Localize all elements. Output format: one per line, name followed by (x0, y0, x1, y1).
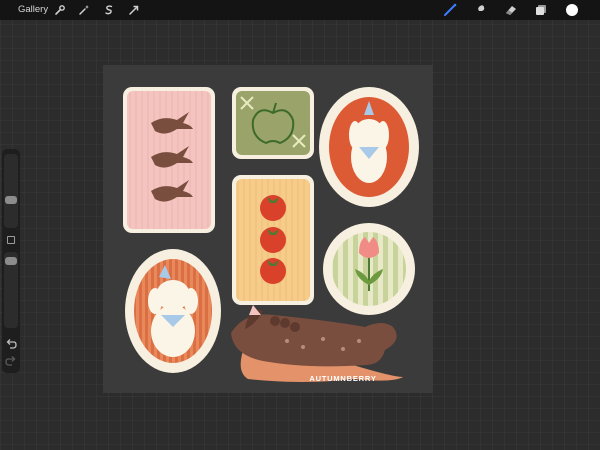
brush-size-slider[interactable] (4, 154, 18, 228)
layers-icon[interactable] (534, 3, 548, 17)
opacity-slider[interactable] (4, 252, 18, 328)
redo-icon[interactable] (4, 354, 18, 368)
orange-bunny-oval (319, 87, 419, 207)
green-tulip-oval (323, 223, 415, 315)
color-swatch[interactable] (565, 3, 579, 17)
eraser-icon[interactable] (504, 3, 518, 17)
brush-size-thumb[interactable] (5, 196, 17, 204)
undo-icon[interactable] (4, 337, 18, 351)
yellow-tomato-card (232, 175, 314, 305)
artwork-text: AUTUMNBERRY (309, 374, 376, 383)
green-apple-card (232, 87, 314, 159)
top-toolbar: Gallery (0, 0, 600, 20)
wrench-icon[interactable] (53, 3, 67, 17)
opacity-thumb[interactable] (5, 257, 17, 265)
modify-button[interactable] (7, 236, 15, 244)
magic-wand-icon[interactable] (77, 3, 91, 17)
pink-bird-card (123, 87, 215, 233)
sidebar (2, 149, 20, 373)
brush-icon[interactable] (443, 3, 457, 17)
transform-arrow-icon[interactable] (127, 3, 141, 17)
artwork: AUTUMNBERRY (123, 87, 419, 383)
brown-dog-sticker: AUTUMNBERRY (231, 305, 403, 383)
selection-icon[interactable] (102, 3, 116, 17)
tomato-icon (260, 195, 286, 284)
gallery-button[interactable]: Gallery (18, 4, 48, 15)
orange-puppy-oval (125, 249, 221, 373)
canvas[interactable]: AUTUMNBERRY (103, 65, 433, 393)
smudge-icon[interactable] (473, 3, 487, 17)
